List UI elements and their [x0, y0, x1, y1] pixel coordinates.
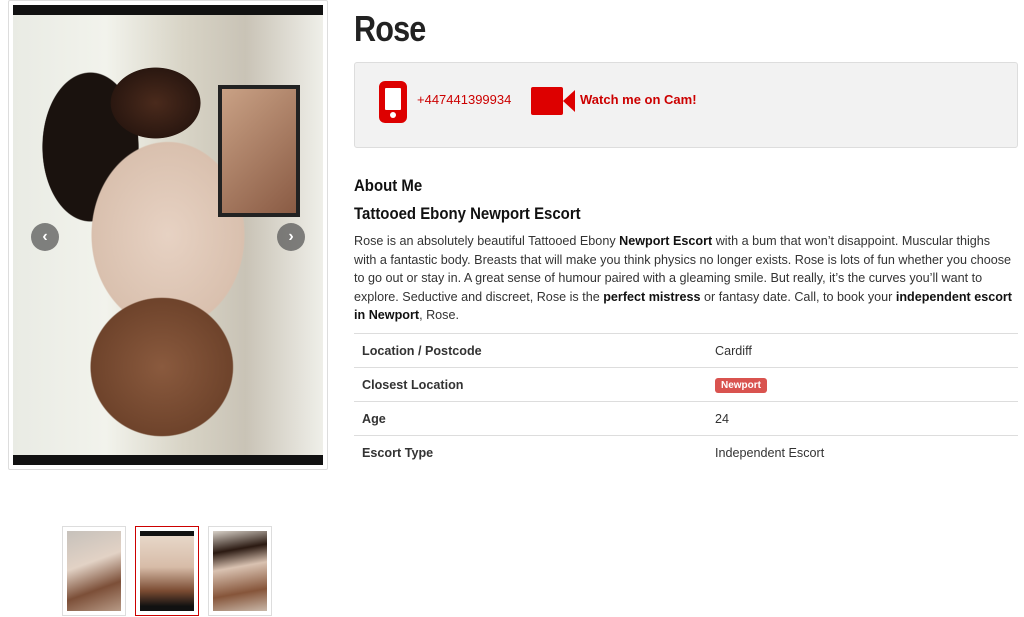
next-photo-button[interactable]: › [277, 223, 305, 251]
phone-icon[interactable] [379, 81, 407, 123]
bio-keyword: Newport Escort [619, 234, 713, 248]
bio-segment: or fantasy date. Call, to book your [700, 289, 896, 304]
location-badge[interactable]: Newport [715, 377, 767, 393]
phone-link[interactable]: +447441399934 [417, 92, 511, 107]
detail-value: Newport [707, 367, 1018, 402]
about-heading: About Me [354, 176, 423, 195]
prev-photo-button[interactable]: ‹ [31, 223, 59, 251]
table-row: Age 24 [354, 401, 1018, 436]
table-row: Location / Postcode Cardiff [354, 333, 1018, 368]
detail-value: 24 [707, 401, 1018, 436]
thumbnail-image [67, 531, 121, 611]
thumbnail-3[interactable] [208, 526, 272, 616]
detail-label: Closest Location [354, 367, 707, 402]
detail-value: Independent Escort [707, 435, 1018, 469]
table-row: Escort Type Independent Escort [354, 435, 1018, 469]
bio-segment: Rose is an absolutely beautiful Tattooed… [354, 234, 620, 248]
chevron-left-icon: ‹ [42, 228, 48, 245]
detail-label: Escort Type [354, 435, 707, 469]
chevron-right-icon: › [288, 228, 294, 245]
about-subheading: Tattooed Ebony Newport Escort [354, 204, 581, 223]
thumbnail-2[interactable] [135, 526, 199, 616]
detail-label: Location / Postcode [354, 333, 707, 368]
photo-frame: ‹ › [13, 5, 323, 465]
detail-label: Age [354, 401, 707, 436]
bio-segment: , Rose. [419, 308, 459, 322]
main-photo: ‹ › [8, 0, 328, 470]
bio-text: Rose is an absolutely beautiful Tattooed… [354, 232, 1014, 325]
contact-box: +447441399934 Watch me on Cam! [354, 62, 1018, 148]
details-table: Location / Postcode Cardiff Closest Loca… [354, 333, 1018, 469]
thumbnail-image [140, 531, 194, 611]
table-row: Closest Location Newport [354, 367, 1018, 402]
wall-picture [217, 85, 300, 217]
thumbnail-strip [62, 526, 272, 616]
profile-name: Rose [354, 8, 426, 49]
watch-cam-link[interactable]: Watch me on Cam! [580, 92, 697, 107]
bio-keyword: perfect mistress [603, 289, 701, 304]
thumbnail-1[interactable] [62, 526, 126, 616]
video-camera-icon[interactable] [531, 87, 575, 115]
thumbnail-image [213, 531, 267, 611]
detail-value: Cardiff [707, 333, 1018, 368]
